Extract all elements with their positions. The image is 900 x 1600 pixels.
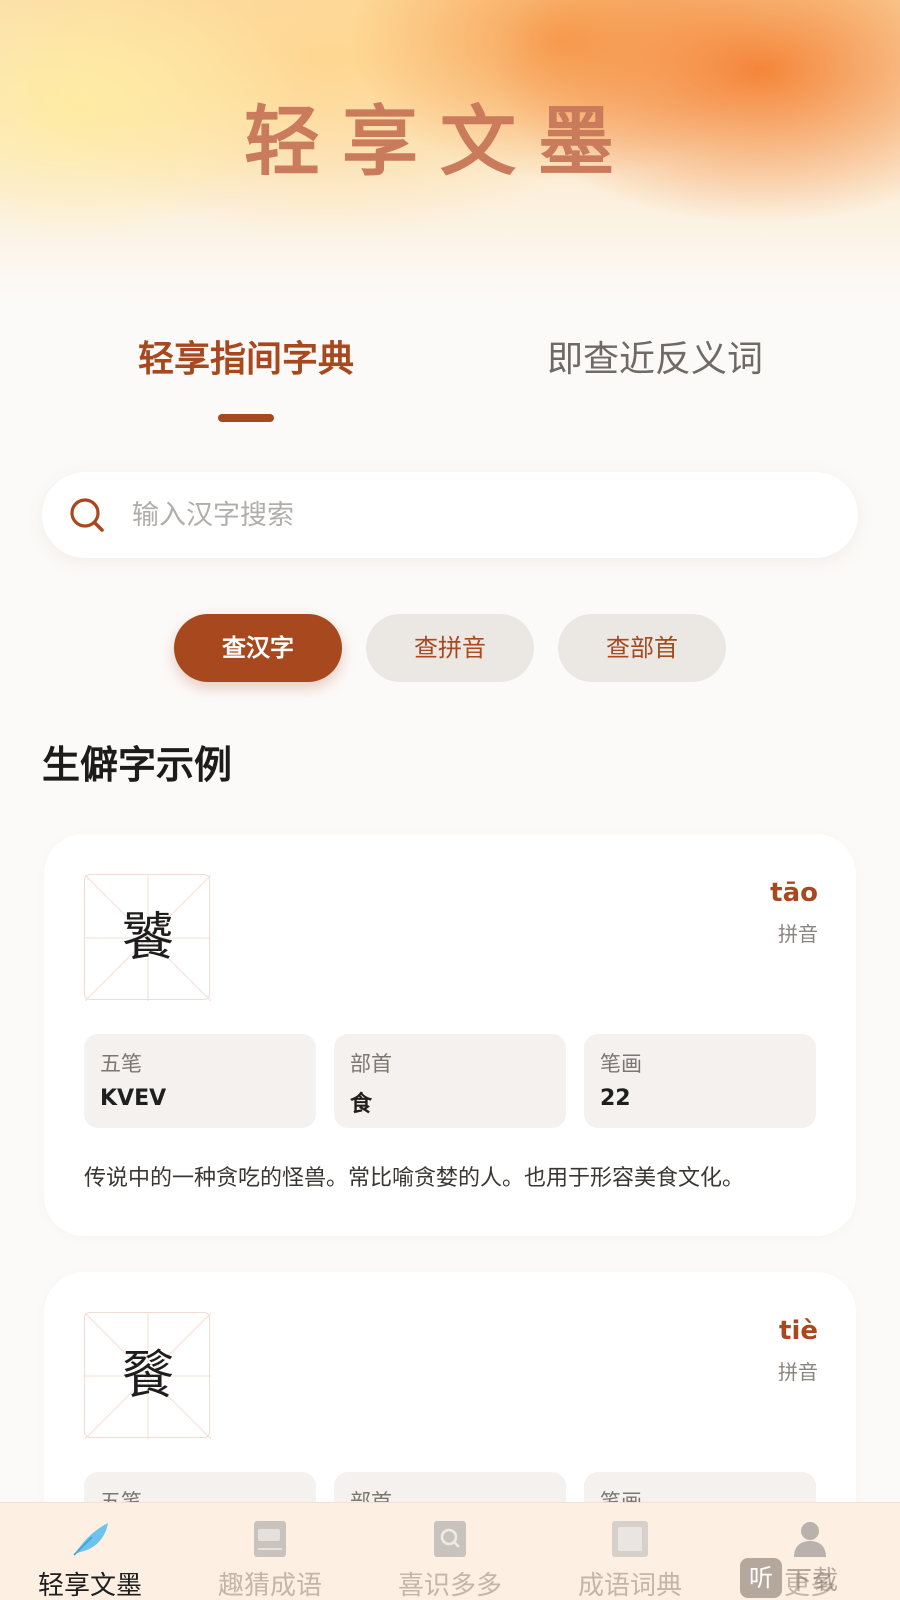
pinyin-label: 拼音 bbox=[778, 922, 818, 946]
character-card[interactable]: 饕 tāo 拼音 五笔 KVEV 部首 食 笔画 22 传说中的一种贪吃的怪兽。… bbox=[44, 834, 856, 1236]
character-glyph: 饕 bbox=[121, 908, 174, 968]
search-icon[interactable] bbox=[68, 496, 108, 536]
info-wubi: 五笔 KVEV bbox=[84, 1034, 316, 1128]
info-value: KVEV bbox=[100, 1086, 167, 1111]
active-tab-indicator bbox=[218, 414, 274, 422]
watermark-badge: 听 bbox=[740, 1558, 782, 1598]
info-value: 食 bbox=[350, 1092, 373, 1117]
nav-label: 喜识多多 bbox=[397, 1571, 502, 1600]
info-label: 笔画 bbox=[600, 1052, 642, 1076]
search-bar[interactable] bbox=[42, 472, 858, 558]
character-description: 传说中的一种贪吃的怪兽。常比喻贪婪的人。也用于形容美食文化。 bbox=[84, 1166, 745, 1191]
nav-label: 成语词典 bbox=[577, 1571, 682, 1600]
nav-item-home[interactable]: 轻享文墨 bbox=[0, 1503, 180, 1600]
info-value: 22 bbox=[600, 1086, 631, 1111]
search-mode-filters: 查汉字 查拼音 查部首 bbox=[0, 614, 900, 682]
search-input[interactable] bbox=[132, 490, 832, 540]
tab-synonyms-antonyms[interactable]: 即查近反义词 bbox=[505, 330, 805, 382]
info-strokes: 笔画 22 bbox=[584, 1034, 816, 1128]
tab-dictionary[interactable]: 轻享指间字典 bbox=[96, 330, 396, 382]
character-grid-box: 饕 bbox=[84, 874, 211, 1001]
feather-icon bbox=[73, 1523, 108, 1556]
app-title: 轻享文墨 bbox=[244, 97, 636, 186]
character-glyph: 餮 bbox=[121, 1346, 174, 1406]
nav-label: 轻享文墨 bbox=[37, 1571, 142, 1600]
nav-label: 趣猜成语 bbox=[217, 1571, 322, 1600]
info-label: 五笔 bbox=[100, 1052, 142, 1076]
nav-item-idiom-game[interactable]: 趣猜成语 bbox=[180, 1503, 360, 1600]
book-icon bbox=[254, 1521, 286, 1557]
user-icon bbox=[794, 1522, 826, 1557]
character-grid-box: 餮 bbox=[84, 1312, 211, 1439]
pinyin-label: 拼音 bbox=[778, 1360, 818, 1384]
info-radical: 部首 食 bbox=[334, 1034, 566, 1128]
pinyin-value: tiè bbox=[779, 1316, 818, 1346]
section-title: 生僻字示例 bbox=[42, 743, 233, 787]
nav-item-learn[interactable]: 喜识多多 bbox=[360, 1503, 540, 1600]
nav-item-idiom-dictionary[interactable]: 成语词典 bbox=[540, 1503, 720, 1600]
watermark: 听 下载 bbox=[740, 1558, 900, 1600]
filter-pinyin-button[interactable]: 查拼音 bbox=[366, 614, 534, 682]
pinyin-value: tāo bbox=[770, 878, 818, 908]
filter-hanzi-button[interactable]: 查汉字 bbox=[174, 614, 342, 682]
dictionary-icon bbox=[612, 1521, 648, 1557]
info-label: 部首 bbox=[350, 1052, 392, 1076]
search-book-icon bbox=[434, 1521, 466, 1557]
watermark-text: 下载 bbox=[786, 1566, 839, 1596]
tab-bar: 轻享指间字典 即查近反义词 bbox=[0, 330, 900, 420]
filter-radical-button[interactable]: 查部首 bbox=[558, 614, 726, 682]
